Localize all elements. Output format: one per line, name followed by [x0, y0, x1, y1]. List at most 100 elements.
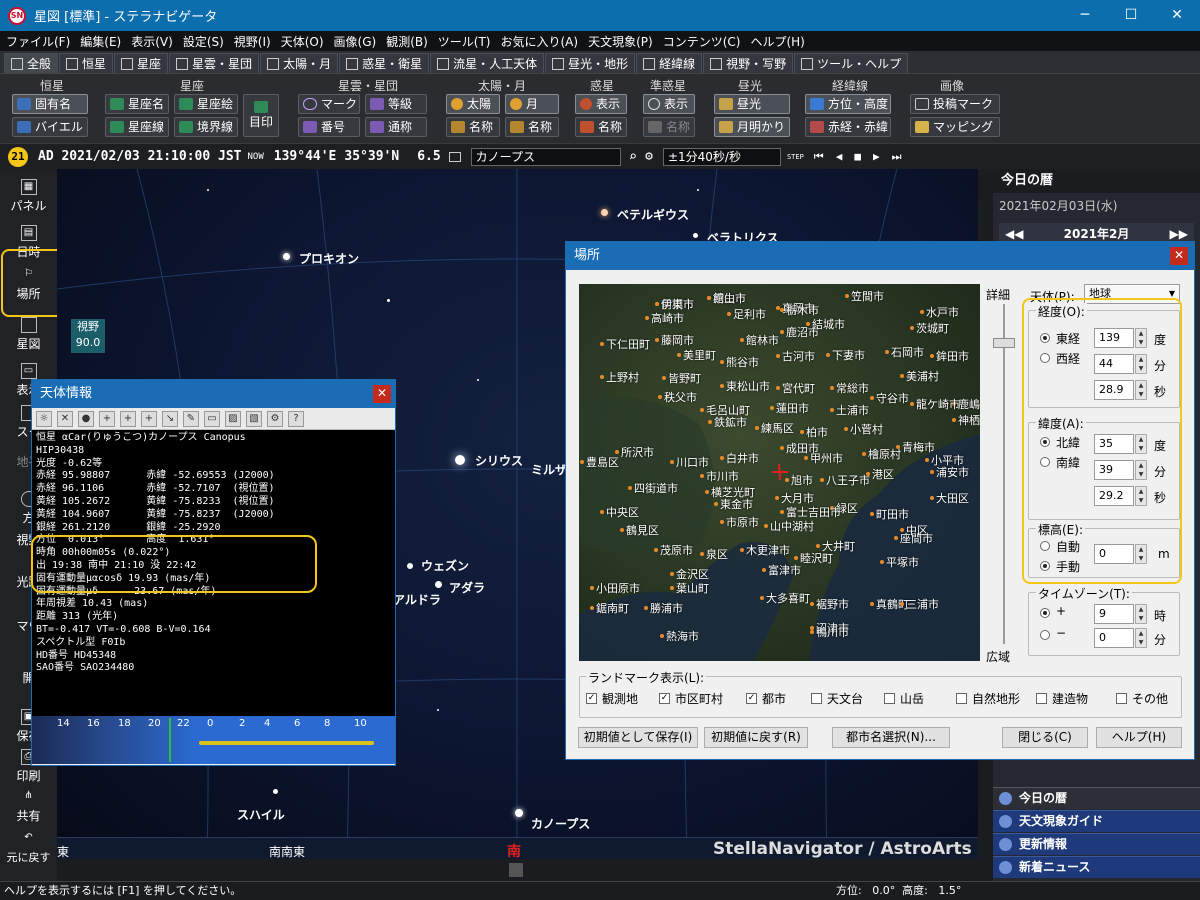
menu-item[interactable]: コンテンツ(C): [663, 33, 741, 50]
constellation-art-button[interactable]: 星座絵: [174, 94, 238, 114]
daylight-button[interactable]: 昼光: [714, 94, 790, 114]
city-label[interactable]: 甲州市: [810, 450, 843, 466]
menu-item[interactable]: 観測(B): [386, 33, 428, 50]
planet-name-button[interactable]: 名称: [575, 117, 627, 137]
city-label[interactable]: 檜原村: [868, 446, 901, 462]
menu-item[interactable]: ファイル(F): [6, 33, 70, 50]
pointer-icon[interactable]: ↘: [162, 410, 178, 427]
city-label[interactable]: 鹿嶋市: [958, 396, 980, 412]
tz-minus-radio[interactable]: [1040, 630, 1050, 640]
location-button[interactable]: ⚐ 場所: [0, 267, 57, 302]
landmark-checkbox[interactable]: ✓: [746, 693, 757, 704]
zoom-track[interactable]: [1003, 304, 1005, 644]
minimize-button[interactable]: ─: [1062, 0, 1108, 31]
city-label[interactable]: 市川市: [706, 468, 739, 484]
city-label[interactable]: 神栖市: [958, 412, 980, 428]
maximize-button[interactable]: ☐: [1108, 0, 1154, 31]
fov-display[interactable]: 6.5: [417, 149, 440, 164]
city-label[interactable]: 伊東市: [661, 296, 694, 312]
celestial-body-select[interactable]: 地球 ▼: [1084, 284, 1180, 304]
spin-arrows-icon[interactable]: ▲ ▼: [1135, 380, 1147, 400]
target-icon[interactable]: ✕: [57, 410, 73, 427]
bayer-button[interactable]: バイエル: [12, 117, 88, 137]
menu-item[interactable]: 画像(G): [334, 33, 377, 50]
city-label[interactable]: 豊島区: [586, 454, 619, 470]
timezone-minute-input[interactable]: 0: [1094, 628, 1134, 648]
landmark-checkbox[interactable]: [884, 693, 895, 704]
city-label[interactable]: 鉄鉱市: [714, 414, 747, 430]
spin-arrows-icon[interactable]: ▲ ▼: [1135, 486, 1147, 506]
location-map[interactable]: 前橋市 桐生市 真岡市 笠間市 高崎市 足利市 栃木市 水戸市 下仁田町 藤岡市 鹿沼市 結城市 茨城町…: [579, 284, 980, 661]
city-label[interactable]: 熱海市: [666, 628, 699, 644]
city-label[interactable]: 下仁田町: [606, 336, 650, 352]
nebula-number-button[interactable]: 番号: [298, 117, 360, 137]
menu-item[interactable]: 視野(I): [234, 33, 271, 50]
city-label[interactable]: 旭市: [791, 472, 813, 488]
nebula-magnitude-button[interactable]: 等級: [365, 94, 427, 114]
star-map-button[interactable]: 星図: [0, 317, 57, 352]
sun-button[interactable]: 太陽: [446, 94, 500, 114]
city-label[interactable]: 大井町: [822, 538, 855, 554]
city-label[interactable]: 川口市: [676, 454, 709, 470]
landmark-checkbox[interactable]: [811, 693, 822, 704]
city-label[interactable]: 高崎市: [651, 310, 684, 326]
spin-arrows-icon[interactable]: ▲ ▼: [1135, 628, 1147, 648]
ra-dec-grid-button[interactable]: 赤経・赤緯: [805, 117, 891, 137]
help-button[interactable]: ヘルプ(H): [1096, 727, 1182, 748]
city-label[interactable]: 鴨川市: [816, 624, 849, 640]
mode-badge[interactable]: 21: [8, 146, 28, 167]
spin-arrows-icon[interactable]: ▲ ▼: [1135, 604, 1147, 624]
city-label[interactable]: 笠間市: [851, 288, 884, 304]
landmark-marker-button[interactable]: 目印: [243, 94, 279, 137]
constellation-lines-button[interactable]: 星座線: [105, 117, 169, 137]
sun-name-button[interactable]: 名称: [446, 117, 500, 137]
city-label[interactable]: 大田区: [936, 490, 969, 506]
auto-radio[interactable]: [1040, 541, 1050, 551]
horizontal-scrollbar[interactable]: [57, 859, 993, 881]
undo-button[interactable]: ↶ 元に戻す: [0, 831, 57, 865]
link-astro-guide[interactable]: 天文現象ガイド: [993, 810, 1200, 832]
city-label[interactable]: 中央区: [606, 504, 639, 520]
tab[interactable]: 惑星・衛星: [339, 53, 430, 73]
dwarf-planet-name-button[interactable]: 名称: [643, 117, 695, 137]
city-label[interactable]: 鋸南町: [596, 600, 629, 616]
city-label[interactable]: 館林市: [746, 332, 779, 348]
spin-arrows-icon[interactable]: ▲ ▼: [1135, 544, 1147, 564]
select-city-button[interactable]: 都市名選択(N)...: [832, 727, 950, 748]
link-news[interactable]: 新着ニュース: [993, 856, 1200, 878]
date-time-display[interactable]: AD 2021/02/03 21:10:00 JST: [38, 149, 242, 164]
city-label[interactable]: 龍ケ崎市: [916, 396, 960, 412]
close-icon[interactable]: ✕: [373, 385, 391, 403]
city-label[interactable]: 白井市: [726, 450, 759, 466]
latitude-second-input[interactable]: 29.2: [1094, 486, 1134, 506]
city-label[interactable]: 港区: [872, 466, 894, 482]
tab[interactable]: 星座: [114, 53, 169, 73]
city-label[interactable]: 結城市: [812, 316, 845, 332]
city-label[interactable]: 東金市: [720, 496, 753, 512]
north-radio[interactable]: [1040, 437, 1050, 447]
nebula-common-name-button[interactable]: 通称: [365, 117, 427, 137]
menu-item[interactable]: 設定(S): [183, 33, 224, 50]
timezone-hour-input[interactable]: 9: [1094, 604, 1134, 624]
city-label[interactable]: 三浦市: [906, 596, 939, 612]
menu-item[interactable]: 天体(O): [281, 33, 324, 50]
city-label[interactable]: 秩父市: [664, 389, 697, 405]
city-label[interactable]: 鶴見区: [626, 522, 659, 538]
tab[interactable]: ツール・ヘルプ: [794, 53, 909, 73]
city-label[interactable]: 勝浦市: [650, 600, 683, 616]
tz-plus-radio[interactable]: [1040, 608, 1050, 618]
search-icon[interactable]: ⌕: [629, 149, 637, 165]
tab[interactable]: 全般: [4, 53, 59, 73]
menu-item[interactable]: お気に入り(A): [501, 33, 579, 50]
pencil-icon[interactable]: ✎: [183, 410, 199, 427]
spin-arrows-icon[interactable]: ▲ ▼: [1135, 354, 1147, 374]
city-label[interactable]: 中区: [906, 522, 928, 538]
city-label[interactable]: 八王子市: [826, 472, 870, 488]
city-label[interactable]: 所沢市: [621, 444, 654, 460]
save-default-button[interactable]: 初期値として保存(I): [578, 727, 698, 748]
sirius-star[interactable]: [455, 455, 465, 465]
city-label[interactable]: 大多喜町: [766, 590, 810, 606]
nebula-mark-button[interactable]: マーク: [298, 94, 360, 114]
city-label[interactable]: 石岡市: [891, 344, 924, 360]
tab[interactable]: 恒星: [59, 53, 114, 73]
